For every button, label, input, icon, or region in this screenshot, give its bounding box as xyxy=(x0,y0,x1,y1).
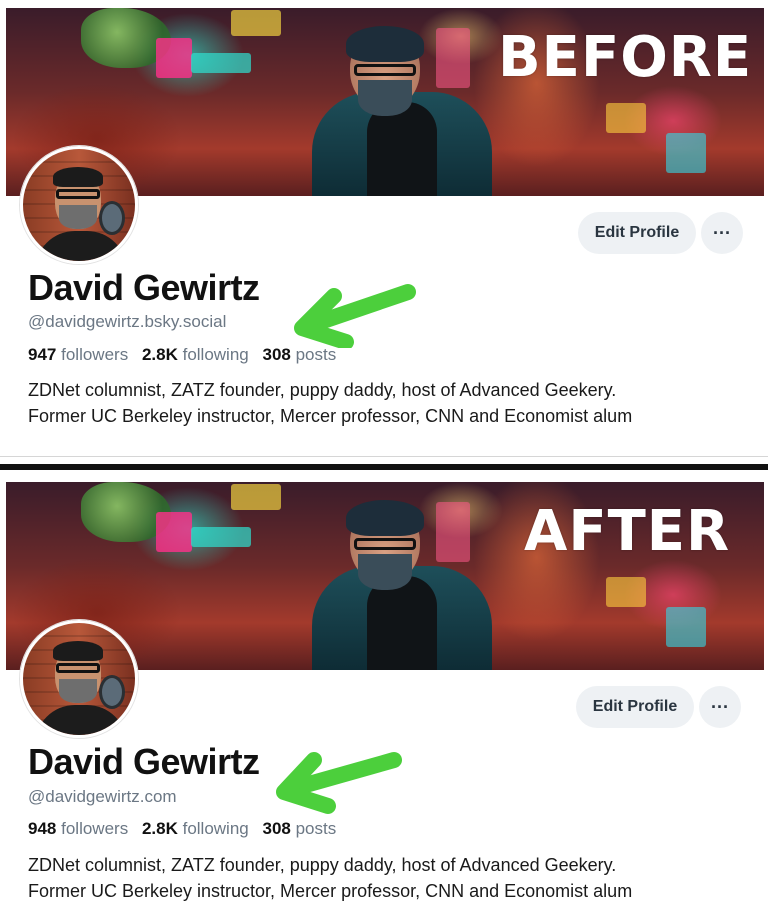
neon-sign xyxy=(191,53,251,73)
posts-stat: 308 posts xyxy=(262,819,337,838)
neon-sign xyxy=(606,103,646,133)
neon-sign xyxy=(191,527,251,547)
following-stat[interactable]: 2.8K following xyxy=(142,345,249,364)
profile-name: David Gewirtz xyxy=(28,267,260,308)
profile-panel-after: AFTER Edit Profile ··· David Gewirtz @da… xyxy=(0,474,768,919)
more-options-button[interactable]: ··· xyxy=(699,686,741,728)
neon-sign xyxy=(156,38,192,78)
bio-line: ZDNet columnist, ZATZ founder, puppy dad… xyxy=(28,855,617,875)
profile-stats: 947 followers 2.8K following 308 posts xyxy=(28,345,336,365)
followers-stat[interactable]: 947 followers xyxy=(28,345,128,364)
ellipsis-icon: ··· xyxy=(711,696,729,717)
before-label: BEFORE xyxy=(498,25,753,90)
bio-line: Former UC Berkeley instructor, Mercer pr… xyxy=(28,881,633,901)
more-options-button[interactable]: ··· xyxy=(701,212,743,254)
microphone-icon xyxy=(99,675,125,709)
edit-profile-button[interactable]: Edit Profile xyxy=(578,212,696,254)
avatar[interactable] xyxy=(20,146,138,264)
bio-line: Former UC Berkeley instructor, Mercer pr… xyxy=(28,406,633,426)
banner-person xyxy=(302,26,502,196)
profile-handle[interactable]: @davidgewirtz.bsky.social xyxy=(28,312,226,332)
profile-stats: 948 followers 2.8K following 308 posts xyxy=(28,819,336,839)
neon-sign xyxy=(231,10,281,36)
profile-name: David Gewirtz xyxy=(28,741,260,782)
profile-panel-before: BEFORE Edit Profile ··· David Gewirtz @d… xyxy=(0,0,768,457)
edit-profile-button[interactable]: Edit Profile xyxy=(576,686,694,728)
neon-sign xyxy=(156,512,192,552)
green-arrow-icon xyxy=(294,284,416,348)
divider xyxy=(0,464,768,470)
bio-line: ZDNet columnist, ZATZ founder, puppy dad… xyxy=(28,380,617,400)
avatar[interactable] xyxy=(20,620,138,738)
neon-sign xyxy=(666,133,706,173)
neon-sign xyxy=(231,484,281,510)
profile-bio: ZDNet columnist, ZATZ founder, puppy dad… xyxy=(28,852,748,904)
neon-sign xyxy=(606,577,646,607)
following-stat[interactable]: 2.8K following xyxy=(142,819,249,838)
banner-person xyxy=(302,500,502,670)
microphone-icon xyxy=(99,201,125,235)
neon-sign xyxy=(666,607,706,647)
followers-stat[interactable]: 948 followers xyxy=(28,819,128,838)
ellipsis-icon: ··· xyxy=(713,222,731,243)
profile-handle[interactable]: @davidgewirtz.com xyxy=(28,787,177,807)
profile-bio: ZDNet columnist, ZATZ founder, puppy dad… xyxy=(28,377,748,429)
after-label: AFTER xyxy=(524,499,731,564)
green-arrow-icon xyxy=(276,752,402,814)
